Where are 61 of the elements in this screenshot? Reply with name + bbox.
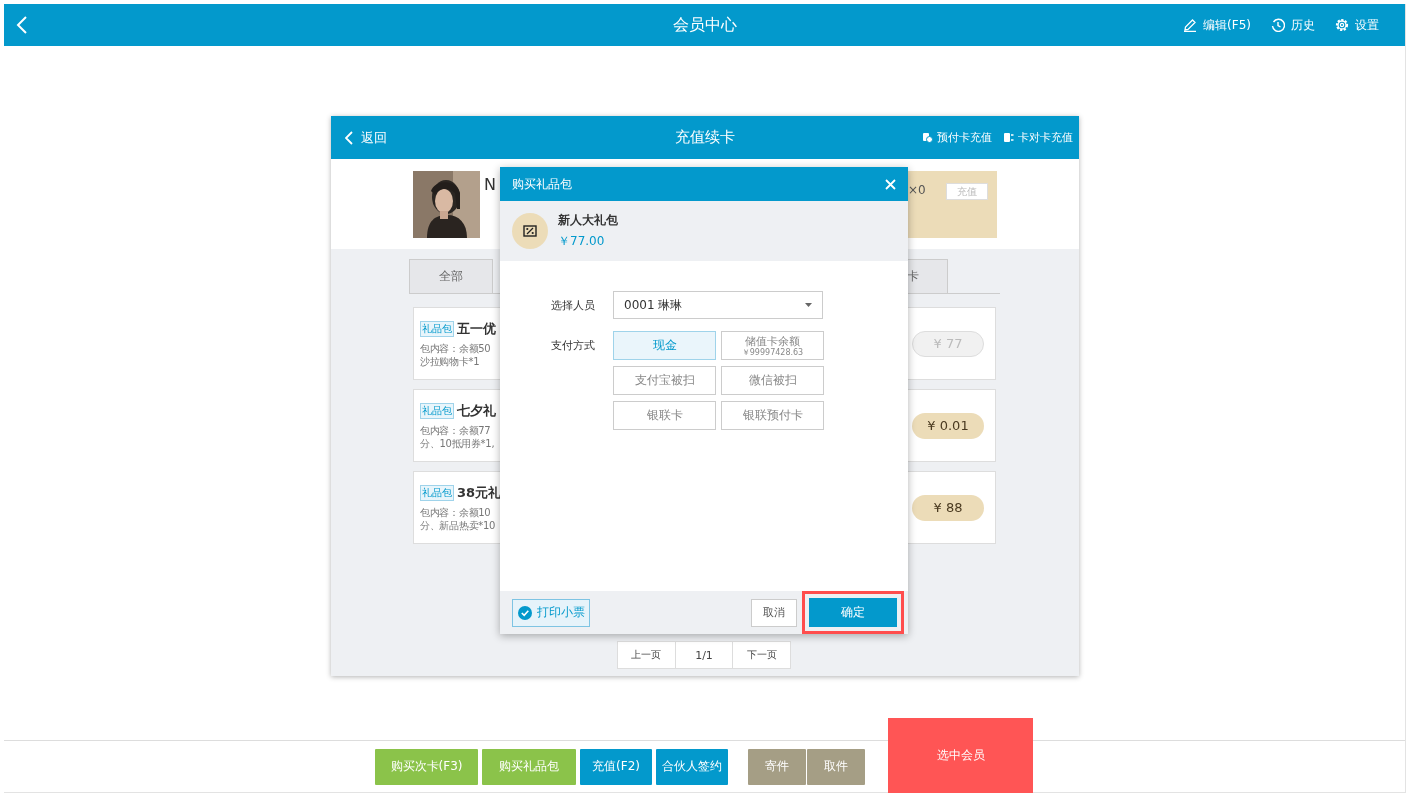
header-button[interactable]: 卡对卡充值 xyxy=(1003,130,1073,145)
package-description: 包内容：余额77 xyxy=(420,423,492,437)
select-member-button[interactable]: 选中会员 xyxy=(888,718,1033,793)
member-select[interactable]: 0001 琳琳 xyxy=(613,291,823,319)
app-title: 会员中心 xyxy=(672,14,737,36)
next-page-button[interactable]: 下一页 xyxy=(733,642,790,668)
payment-option[interactable]: 现金 xyxy=(613,331,716,360)
back-icon[interactable] xyxy=(16,15,28,35)
cancel-button[interactable]: 取消 xyxy=(751,598,797,627)
payment-option[interactable]: 储值卡余额 ￥99997428.63 xyxy=(721,331,824,360)
field-label: 选择人员 xyxy=(550,298,596,313)
payment-option[interactable]: 微信被扫 xyxy=(721,366,824,395)
action-button[interactable]: 合伙人签约 xyxy=(656,748,728,785)
payment-option[interactable]: 支付宝被扫 xyxy=(613,366,716,395)
previous-page-button[interactable]: 上一页 xyxy=(618,642,675,668)
back-button[interactable]: 返回 xyxy=(345,128,387,147)
header-button[interactable]: 预付卡充值 xyxy=(922,130,992,145)
package-name: 38元礼 xyxy=(457,483,502,502)
action-button[interactable]: 取件 xyxy=(807,748,865,785)
item-name: 新人大礼包 xyxy=(558,212,618,229)
dialog-title: 购买礼品包 xyxy=(512,175,572,193)
package-description: 包内容：余额50 xyxy=(420,341,492,355)
payment-option[interactable]: 银联卡 xyxy=(613,401,716,430)
chevron-left-icon xyxy=(345,130,353,145)
tag: 礼品包 xyxy=(420,320,454,337)
settings-icon xyxy=(1335,18,1349,32)
tag: 礼品包 xyxy=(420,484,454,501)
print-receipt-checkbox[interactable]: 打印小票 xyxy=(512,598,590,627)
package-name: 七夕礼 xyxy=(457,401,496,420)
price-button[interactable]: ¥ 0.01 xyxy=(912,412,984,439)
discount-icon xyxy=(512,213,548,249)
price-button[interactable]: ¥ 88 xyxy=(912,494,984,521)
field-label: 支付方式 xyxy=(550,338,596,353)
action-button[interactable]: 购买次卡(F3) xyxy=(375,748,478,785)
member-name: N xyxy=(484,175,496,194)
action-button[interactable]: 充值(F2) xyxy=(580,748,652,785)
package-description: 沙拉购物卡*1 xyxy=(420,354,481,368)
tab[interactable]: 卡 xyxy=(905,259,948,293)
action-button[interactable]: 购买礼品包 xyxy=(482,748,576,785)
close-icon[interactable] xyxy=(885,178,896,190)
check-icon xyxy=(518,605,532,620)
package-description: 分、新品热卖*10 xyxy=(420,518,497,532)
panel-title: 充值续卡 xyxy=(675,128,735,147)
toolbar-button[interactable]: 设置 xyxy=(1335,16,1379,34)
history-icon xyxy=(1271,18,1285,32)
page-number: 1/1 xyxy=(674,642,734,668)
toolbar-button[interactable]: 历史 xyxy=(1271,16,1315,34)
pencil-icon xyxy=(1183,18,1198,32)
card-count: ×0 xyxy=(908,183,926,197)
tab[interactable]: 全部 xyxy=(409,259,493,293)
package-description: 包内容：余额10 xyxy=(420,505,492,519)
package-name: 五一优 xyxy=(457,319,496,338)
confirm-button[interactable]: 确定 xyxy=(809,598,897,627)
toolbar-button[interactable]: 编辑(F5) xyxy=(1183,16,1251,34)
item-price: ￥77.00 xyxy=(558,233,606,250)
card-icon xyxy=(1003,132,1014,143)
action-button[interactable]: 寄件 xyxy=(748,748,806,785)
payment-option[interactable]: 银联预付卡 xyxy=(721,401,824,430)
coins-icon xyxy=(922,132,933,143)
package-description: 分、10抵用券*1, xyxy=(420,436,496,450)
tag: 礼品包 xyxy=(420,402,454,419)
